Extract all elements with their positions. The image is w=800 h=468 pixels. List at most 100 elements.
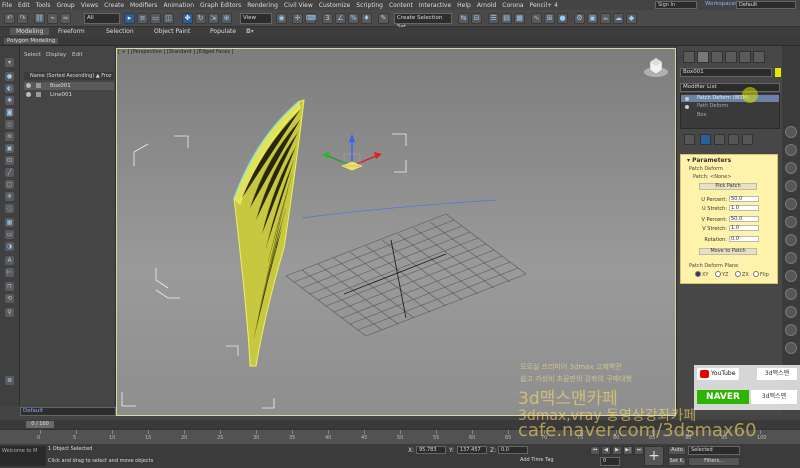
containers-filter-icon[interactable]: ▢ bbox=[5, 180, 14, 189]
side-tool-4-icon[interactable] bbox=[785, 180, 797, 192]
menu-item-scripting[interactable]: Scripting bbox=[356, 2, 383, 9]
spinner-snap-icon[interactable]: ♦ bbox=[361, 13, 372, 24]
curve-editor-icon[interactable]: ∿ bbox=[531, 13, 542, 24]
plane-flip-checkbox[interactable]: Flip bbox=[753, 271, 769, 278]
time-slider-knob[interactable]: 0 / 100 bbox=[26, 421, 54, 428]
menu-item-pencil-4[interactable]: Pencil+ 4 bbox=[530, 2, 558, 9]
configure-modifier-sets-icon[interactable] bbox=[742, 134, 753, 145]
add-key-icon[interactable]: + bbox=[644, 446, 664, 466]
visibility-icon[interactable] bbox=[26, 83, 31, 88]
ribbon-tab-freeform[interactable]: Freeform bbox=[58, 28, 85, 35]
x-coordinate-field[interactable]: 95.783 bbox=[416, 446, 446, 454]
previous-frame-icon[interactable]: ◀ bbox=[601, 446, 611, 455]
menu-item-graph-editors[interactable]: Graph Editors bbox=[200, 2, 241, 9]
menu-item-edit[interactable]: Edit bbox=[18, 2, 30, 9]
explorer-row-box001[interactable]: Box001 bbox=[24, 82, 114, 90]
side-tool-6-icon[interactable] bbox=[785, 216, 797, 228]
side-tool-10-icon[interactable] bbox=[785, 288, 797, 300]
menu-item-help[interactable]: Help bbox=[457, 2, 471, 9]
plane-radio-xy[interactable]: XY bbox=[695, 271, 708, 278]
object-name-field[interactable]: Box001 bbox=[680, 68, 772, 77]
menu-item-file[interactable]: File bbox=[2, 2, 12, 9]
hierarchy-panel-tab[interactable] bbox=[711, 51, 723, 63]
lights-filter-icon[interactable]: ✱ bbox=[5, 96, 14, 105]
select-by-name-icon[interactable]: ≡ bbox=[137, 13, 148, 24]
move-to-patch-button[interactable]: Move to Patch bbox=[699, 248, 757, 255]
side-tool-7-icon[interactable] bbox=[785, 234, 797, 246]
toggle-layer-explorer-icon[interactable]: ▤ bbox=[501, 13, 512, 24]
ribbon-toggle-icon[interactable]: ▦ bbox=[514, 13, 525, 24]
material-editor-icon[interactable]: ● bbox=[557, 13, 568, 24]
menu-item-animation[interactable]: Animation bbox=[163, 2, 194, 9]
current-frame-field[interactable]: 0 bbox=[600, 457, 620, 466]
children-icon[interactable]: ⊢ bbox=[5, 268, 14, 277]
motion-panel-tab[interactable] bbox=[725, 51, 737, 63]
mirror-icon[interactable]: ⇆ bbox=[458, 13, 469, 24]
side-tool-11-icon[interactable] bbox=[785, 306, 797, 318]
y-coordinate-field[interactable]: 137.457 bbox=[457, 446, 487, 454]
ribbon-options-icon[interactable]: ◘▾ bbox=[246, 28, 254, 35]
rotation-spinner[interactable]: 0.0 bbox=[729, 236, 759, 242]
shapes-filter-icon[interactable]: ◐ bbox=[5, 84, 14, 93]
snaps-toggle-icon[interactable]: 3 bbox=[322, 13, 333, 24]
menu-item-modifiers[interactable]: Modifiers bbox=[130, 2, 157, 9]
layer-dropdown[interactable]: Default bbox=[20, 407, 116, 416]
a360-gallery-icon[interactable]: ◆ bbox=[626, 13, 637, 24]
show-end-result-icon[interactable] bbox=[700, 134, 711, 145]
edit-named-selection-icon[interactable]: ✎ bbox=[378, 13, 389, 24]
explorer-column-header[interactable]: Name (Sorted Ascending) ▲ Froz bbox=[24, 72, 114, 80]
menu-item-tools[interactable]: Tools bbox=[36, 2, 51, 9]
menu-item-content[interactable]: Content bbox=[389, 2, 413, 9]
sign-in-dropdown[interactable]: Sign In bbox=[655, 1, 697, 9]
selection-filter-dropdown[interactable]: All bbox=[84, 13, 120, 24]
remove-modifier-icon[interactable] bbox=[728, 134, 739, 145]
u-percent-spinner[interactable]: 50.0 bbox=[729, 196, 759, 202]
render-production-icon[interactable]: ☕ bbox=[600, 13, 611, 24]
viewport-label-menu[interactable]: [ + ] [Perspective ] [Standard ] [Edged … bbox=[118, 49, 233, 55]
menu-item-corona[interactable]: Corona bbox=[502, 2, 523, 9]
unlink-icon[interactable]: ⌁ bbox=[47, 13, 58, 24]
toggle-scene-explorer-icon[interactable]: ☰ bbox=[488, 13, 499, 24]
place-icon[interactable]: ⊕ bbox=[221, 13, 232, 24]
bones-filter-icon[interactable]: ╱ bbox=[5, 168, 14, 177]
key-filter-selected-dropdown[interactable]: Selected bbox=[688, 446, 740, 455]
select-object-icon[interactable]: ▸ bbox=[124, 13, 135, 24]
menu-item-interactive[interactable]: Interactive bbox=[419, 2, 451, 9]
menu-item-arnold[interactable]: Arnold bbox=[477, 2, 496, 9]
pin-stack-icon[interactable] bbox=[684, 134, 695, 145]
menu-item-customize[interactable]: Customize bbox=[319, 2, 351, 9]
lightbulb-icon[interactable] bbox=[685, 97, 689, 101]
display-all-icon[interactable]: ▦ bbox=[5, 218, 14, 227]
side-tool-1-icon[interactable] bbox=[785, 126, 797, 138]
rendered-frame-window-icon[interactable]: ▣ bbox=[587, 13, 598, 24]
set-key-button[interactable]: Set K. bbox=[668, 457, 686, 466]
bind-space-warp-icon[interactable]: ≈ bbox=[60, 13, 71, 24]
menu-item-create[interactable]: Create bbox=[104, 2, 124, 9]
utilities-panel-tab[interactable] bbox=[753, 51, 765, 63]
hidden-filter-icon[interactable]: ◌ bbox=[5, 204, 14, 213]
sync-selection-icon[interactable]: ⟲ bbox=[5, 294, 14, 303]
workspaces-dropdown[interactable]: Default bbox=[736, 1, 796, 9]
viewport-scene[interactable] bbox=[116, 48, 676, 416]
window-crossing-icon[interactable]: ◫ bbox=[163, 13, 174, 24]
pick-patch-button[interactable]: Pick Patch bbox=[699, 183, 757, 190]
display-none-icon[interactable]: ▭ bbox=[5, 230, 14, 239]
u-stretch-spinner[interactable]: 1.0 bbox=[729, 205, 759, 211]
lock-icon[interactable]: ⊓ bbox=[5, 282, 14, 291]
side-tool-2-icon[interactable] bbox=[785, 144, 797, 156]
menu-item-views[interactable]: Views bbox=[81, 2, 98, 9]
schematic-view-icon[interactable]: ⊞ bbox=[544, 13, 555, 24]
helpers-filter-icon[interactable]: ◇ bbox=[5, 120, 14, 129]
side-tool-12-icon[interactable] bbox=[785, 324, 797, 336]
modify-panel-tab[interactable] bbox=[697, 51, 709, 63]
move-gizmo[interactable] bbox=[322, 134, 382, 171]
ribbon-tab-populate[interactable]: Populate bbox=[210, 28, 236, 35]
v-percent-spinner[interactable]: 50.0 bbox=[729, 216, 759, 222]
maxscript-listener[interactable]: Welcome to M bbox=[0, 446, 46, 466]
ribbon-tab-selection[interactable]: Selection bbox=[106, 28, 134, 35]
ribbon-tab-modeling[interactable]: Modeling bbox=[10, 28, 50, 35]
stack-item-patch-deform[interactable]: Patch Deform (WSM) bbox=[681, 95, 779, 102]
plane-radio-zx[interactable]: ZX bbox=[735, 271, 749, 278]
redo-icon[interactable]: ↷ bbox=[17, 13, 28, 24]
layer-explorer-icon[interactable]: ≣ bbox=[5, 376, 14, 385]
